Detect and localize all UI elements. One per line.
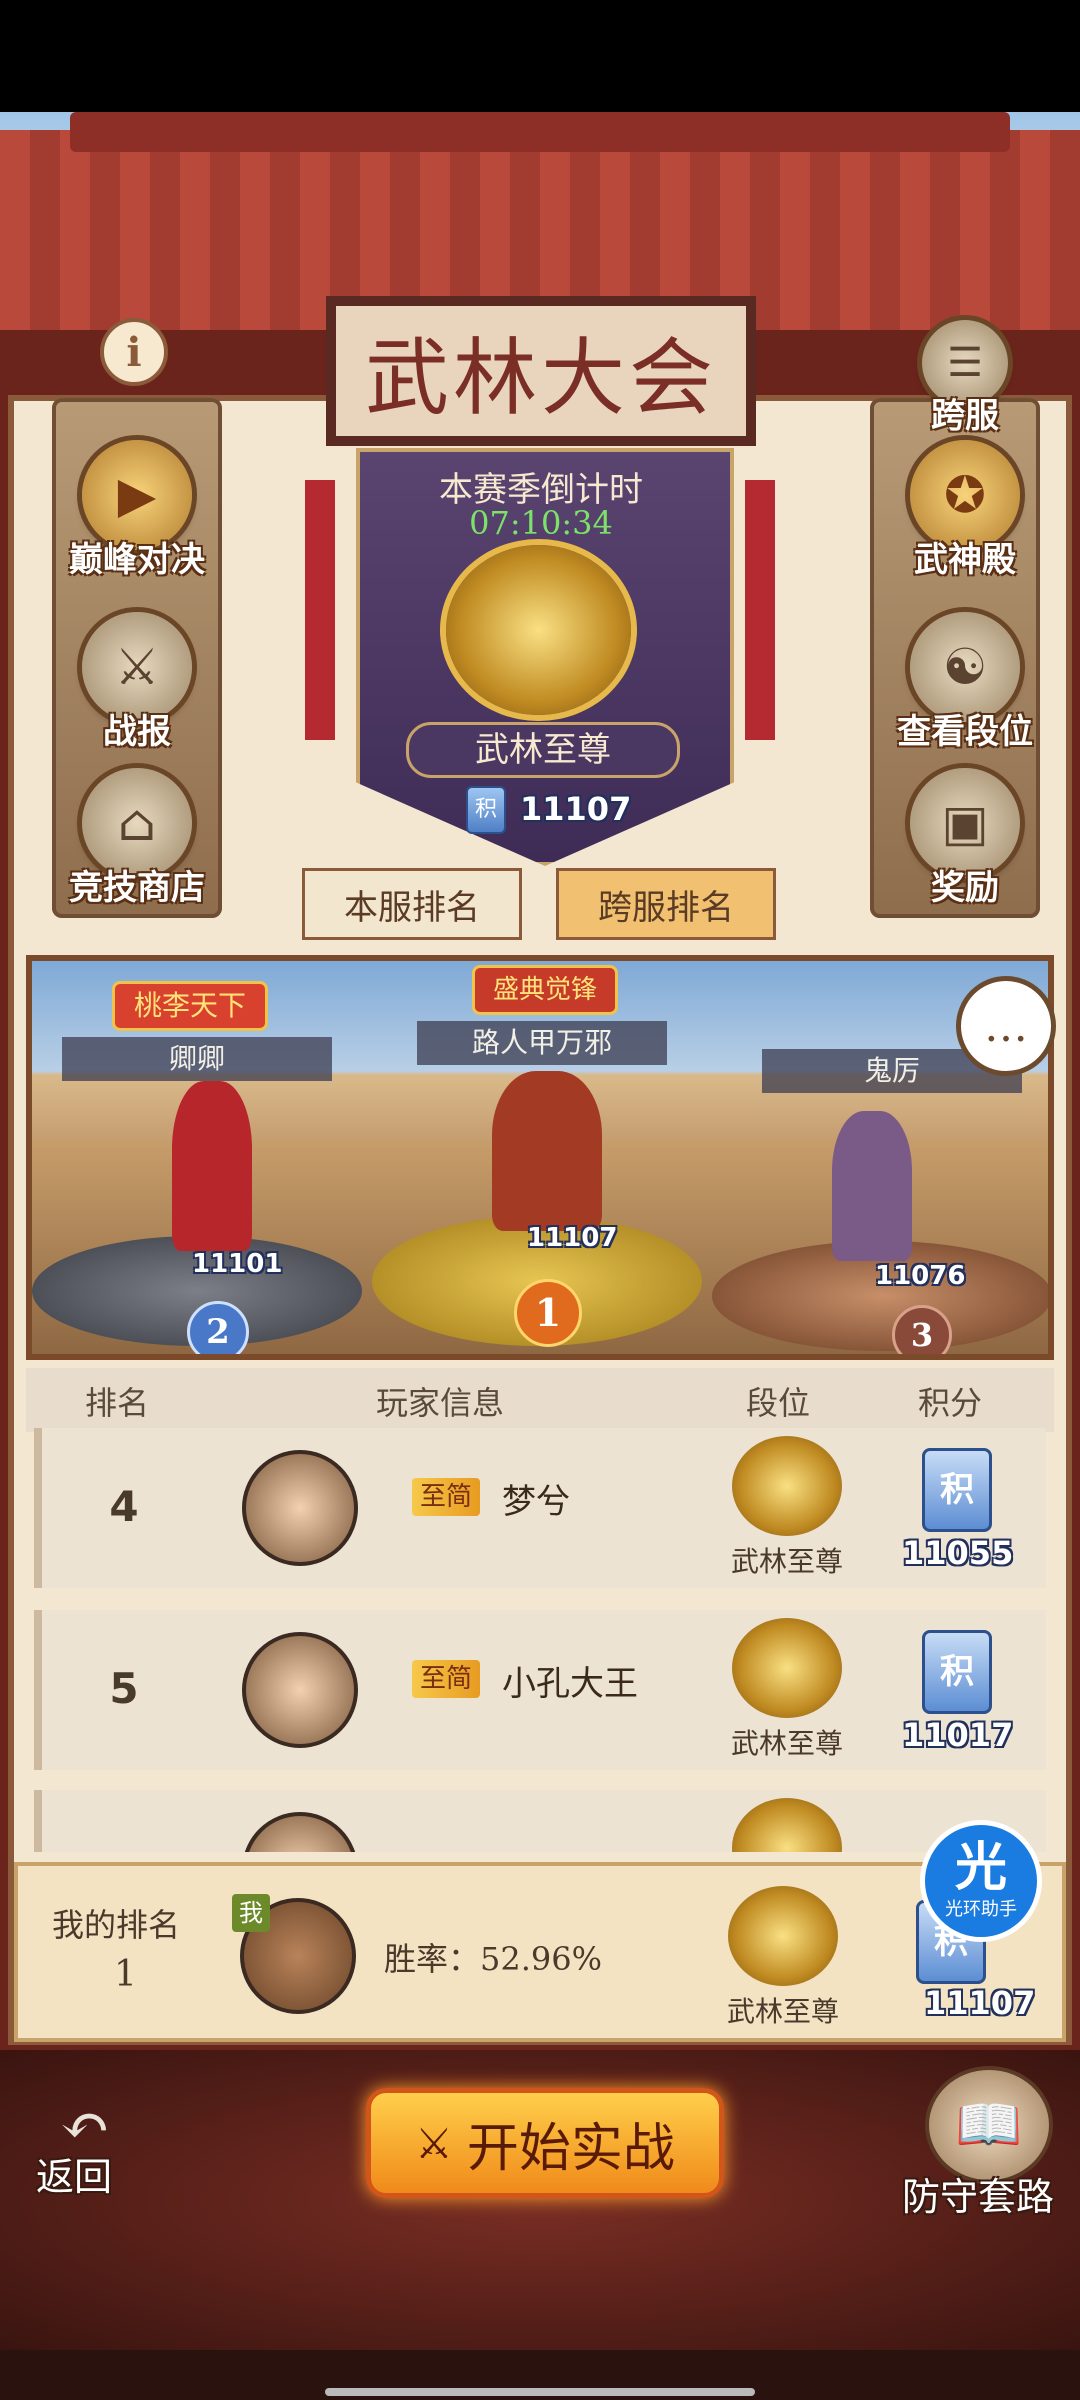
header-score: 积分 <box>918 1384 983 1422</box>
view-tier-label: 查看段位 <box>897 712 1033 752</box>
tab-cross-server-ranking[interactable]: 跨服排名 <box>556 868 776 940</box>
place-badge-3: 3 <box>892 1305 952 1354</box>
avatar <box>242 1812 358 1852</box>
start-battle-label: 开始实战 <box>466 2118 675 2179</box>
podium-scene: 桃李天下 盛典觉锋 卿卿 路人甲万邪 鬼厉 11101 11107 11076 … <box>26 955 1054 1360</box>
win-rate: 胜率：52.96% <box>384 1940 603 1978</box>
my-tier-label: 武林至尊 <box>726 1995 839 2028</box>
event-badge-center: 盛典觉锋 <box>472 965 618 1015</box>
chat-icon: … <box>984 1000 1028 1052</box>
season-score: 11107 <box>520 790 632 828</box>
tier-label: 武林至尊 <box>730 1727 843 1760</box>
tier-medal-icon <box>732 1618 842 1718</box>
roof-ridge <box>70 112 1010 152</box>
header-tier: 段位 <box>746 1384 811 1422</box>
place-badge-1: 1 <box>514 1279 582 1347</box>
season-rank-medal-icon <box>446 545 631 715</box>
place-badge-2: 2 <box>187 1301 249 1354</box>
halo-label: 光环助手 <box>945 1899 1017 1920</box>
my-tier-medal-icon <box>728 1886 838 1986</box>
page-title: 武林大会 <box>326 296 756 446</box>
peak-duel-button[interactable]: ▶ 巅峰对决 <box>62 440 212 581</box>
chat-button[interactable]: … <box>956 976 1056 1076</box>
tier-medal-icon <box>732 1436 842 1536</box>
reward-button[interactable]: ▣ 奖励 <box>890 768 1040 909</box>
battle-report-label: 战报 <box>103 712 171 752</box>
player-name: 小孔大王 <box>502 1664 638 1704</box>
crossed-swords-icon: ⚔ <box>415 2118 453 2168</box>
countdown-timer: 07:10:34 <box>469 504 613 542</box>
arena-shop-button[interactable]: ⌂ 竞技商店 <box>62 768 212 909</box>
home-indicator[interactable] <box>325 2388 755 2396</box>
vip-badge: 至简 <box>412 1660 481 1698</box>
vip-badge: 至简 <box>412 1478 481 1516</box>
tier-medal-icon <box>732 1798 842 1852</box>
my-ranking-bar: 我的排名 1 我 胜率：52.96% 武林至尊 积 11107 <box>14 1862 1066 2042</box>
first-place-name: 路人甲万邪 <box>417 1021 667 1065</box>
me-badge: 我 <box>232 1894 270 1932</box>
book-icon: 📖 <box>955 2093 1023 2156</box>
my-score: 11107 <box>924 1984 1036 2022</box>
battle-report-button[interactable]: ⚔ 战报 <box>62 612 212 753</box>
my-rank-label: 我的排名 <box>52 1906 181 1944</box>
third-place-figure <box>832 1111 912 1261</box>
table-row-partial[interactable] <box>34 1790 1046 1852</box>
second-place-figure <box>172 1081 252 1251</box>
status-bar <box>0 0 1080 112</box>
first-place-figure <box>492 1071 602 1231</box>
header-rank: 排名 <box>85 1384 150 1422</box>
table-row[interactable]: 5 至简 小孔大王 武林至尊 积 11017 <box>34 1610 1046 1770</box>
header-player-info: 玩家信息 <box>376 1384 505 1422</box>
tier-label: 武林至尊 <box>730 1545 843 1578</box>
reward-label: 奖励 <box>931 868 999 908</box>
halo-icon: 光 <box>954 1837 1007 1898</box>
table-row[interactable]: 4 至简 梦兮 武林至尊 积 11055 <box>34 1428 1046 1588</box>
row-rank: 5 <box>109 1664 139 1713</box>
score-icon: 积 <box>922 1448 992 1532</box>
cross-server-label: 跨服 <box>931 396 999 436</box>
season-rank-title: 武林至尊 <box>406 722 680 778</box>
back-label: 返回 <box>36 2155 113 2199</box>
first-place-score: 11107 <box>527 1223 618 1253</box>
player-name: 梦兮 <box>502 1482 570 1522</box>
defense-routine-label: 防守套路 <box>902 2175 1055 2219</box>
third-place-score: 11076 <box>875 1261 966 1291</box>
view-tier-button[interactable]: ☯ 查看段位 <box>890 612 1040 753</box>
avatar[interactable] <box>242 1450 358 1566</box>
cross-server-button[interactable]: ☰ 跨服 <box>890 320 1040 437</box>
red-ribbon-right <box>745 480 775 740</box>
halo-assistant-button[interactable]: 光 光环助手 <box>920 1820 1042 1942</box>
tab-server-ranking[interactable]: 本服排名 <box>302 868 522 940</box>
second-place-score: 11101 <box>192 1249 283 1279</box>
score-icon: 积 <box>466 786 506 834</box>
start-battle-button[interactable]: ⚔ 开始实战 <box>366 2088 724 2198</box>
ranking-table-header <box>26 1368 1054 1432</box>
score-icon: 积 <box>922 1630 992 1714</box>
back-button[interactable]: ↶ 返回 <box>30 2096 140 2199</box>
red-ribbon-left <box>305 480 335 740</box>
peak-duel-label: 巅峰对决 <box>69 540 205 580</box>
event-badge-left: 桃李天下 <box>112 981 268 1031</box>
row-rank: 4 <box>109 1482 139 1531</box>
war-god-hall-button[interactable]: ✪ 武神殿 <box>890 440 1040 581</box>
second-place-name: 卿卿 <box>62 1037 332 1081</box>
arena-shop-label: 竞技商店 <box>69 868 205 908</box>
row-score: 11017 <box>902 1716 1014 1754</box>
war-god-hall-label: 武神殿 <box>914 540 1016 580</box>
avatar[interactable] <box>242 1632 358 1748</box>
my-rank-value: 1 <box>114 1954 137 1995</box>
info-button[interactable]: i <box>100 318 168 386</box>
info-icon: i <box>126 328 142 376</box>
row-score: 11055 <box>902 1534 1014 1572</box>
